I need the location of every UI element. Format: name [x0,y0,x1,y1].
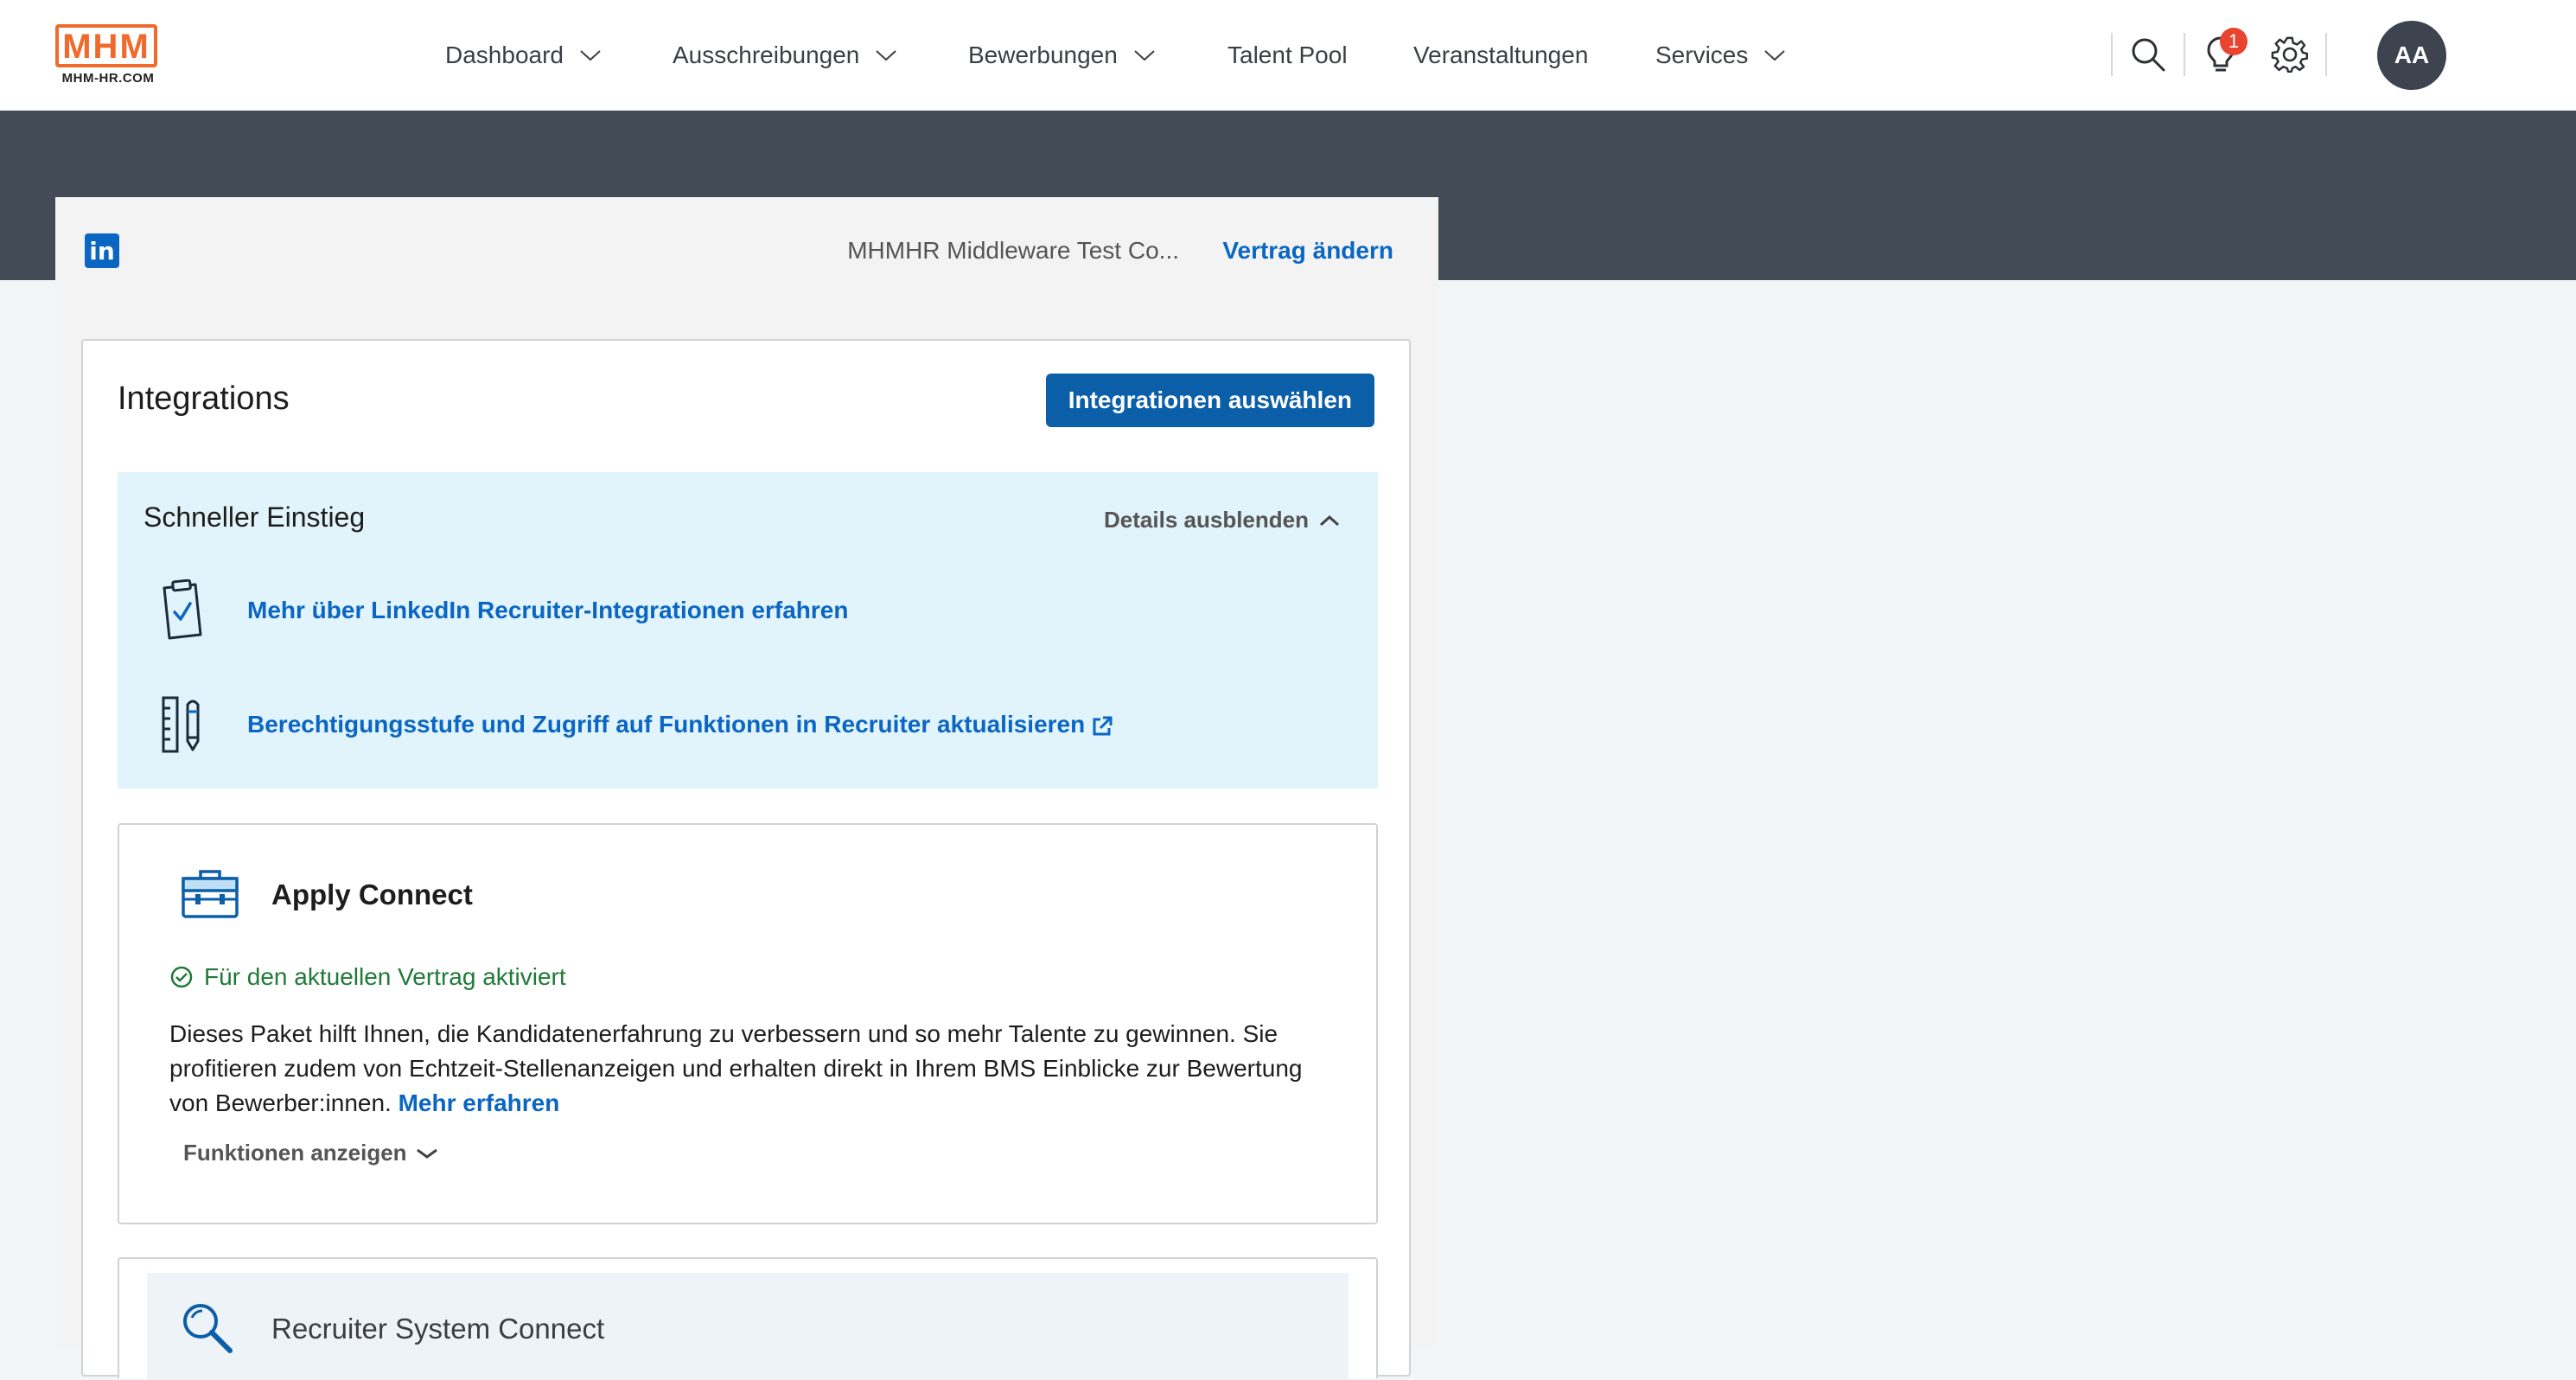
package-title: Apply Connect [271,878,473,910]
status-badge: Für den aktuellen Vertrag aktiviert [169,963,566,991]
chevron-down-icon [876,50,897,61]
nav-item-label: Veranstaltungen [1413,42,1589,68]
package-title: Recruiter System Connect [271,1313,605,1345]
panel-header: in MHMHR Middleware Test Co... Vertrag ä… [55,197,1438,306]
clipboard-check-icon [152,579,213,642]
divider [2184,33,2185,76]
nav-item-dashboard[interactable]: Dashboard [445,0,602,111]
integrations-card: Integrations Integrationen auswählen Sch… [81,339,1411,1380]
show-features-toggle[interactable]: Funktionen anzeigen [183,1140,438,1166]
recruiter-system-connect-package: Recruiter System Connect [118,1257,1378,1380]
briefcase-icon [182,870,239,918]
show-features-label: Funktionen anzeigen [183,1140,407,1166]
description-text: Dieses Paket hilft Ihnen, die Kandidaten… [169,1020,1303,1116]
nav-item-label: Bewerbungen [968,42,1118,68]
package-header: Recruiter System Connect [147,1273,1349,1380]
contract-name: MHMHR Middleware Test Co... [847,237,1179,264]
check-circle-icon [170,966,193,988]
select-integrations-button[interactable]: Integrationen auswählen [1045,374,1374,427]
notification-count-badge: 1 [2220,28,2248,55]
update-permissions-link[interactable]: Berechtigungsstufe und Zugriff auf Funkt… [247,711,1114,738]
company-logo[interactable]: MHM MHM-HR.COM [52,22,163,88]
nav-item-ausschreibungen[interactable]: Ausschreibungen [673,0,897,111]
hide-details-label: Details ausblenden [1104,507,1309,533]
nav-item-label: Services [1655,42,1749,68]
gear-icon [2271,36,2309,73]
top-navigation-bar: MHM MHM-HR.COM Dashboard Ausschreibungen… [0,0,2576,111]
nav-item-talent-pool[interactable]: Talent Pool [1227,0,1348,111]
user-avatar[interactable]: AA [2377,21,2446,90]
change-contract-link[interactable]: Vertrag ändern [1222,237,1393,265]
divider [2325,33,2327,76]
quick-start-section: Schneller Einstieg Details ausblenden Me… [118,472,1378,789]
quick-start-link-row[interactable]: Berechtigungsstufe und Zugriff auf Funkt… [152,693,1114,756]
learn-more-link[interactable]: Mehr erfahren [399,1089,560,1116]
chevron-up-icon [1319,514,1340,526]
status-text: Für den aktuellen Vertrag aktiviert [204,963,566,990]
chevron-down-icon [416,1148,437,1159]
nav-item-label: Talent Pool [1227,42,1348,68]
logo-mark: MHM [55,24,157,67]
divider [2111,33,2113,76]
nav-item-services[interactable]: Services [1655,0,1786,111]
integrations-title: Integrations [118,380,290,417]
chevron-down-icon [1764,50,1786,61]
magnifier-icon [183,1304,233,1353]
nav-item-label: Ausschreibungen [673,42,860,68]
search-button[interactable] [2126,33,2170,76]
linkedin-icon: in [85,233,119,268]
quick-start-title: Schneller Einstieg [143,502,366,533]
apply-connect-package: Apply Connect Für den aktuellen Vertrag … [118,823,1378,1224]
chevron-down-icon [1134,50,1155,61]
external-link-icon [1093,716,1113,736]
notifications-button[interactable]: 1 [2199,28,2248,76]
logo-subtitle: MHM-HR.COM [61,71,155,86]
quick-start-link-row[interactable]: Mehr über LinkedIn Recruiter-Integration… [152,579,848,642]
ruler-pencil-icon [152,693,213,756]
package-description: Dieses Paket hilft Ihnen, die Kandidaten… [169,1017,1345,1121]
hide-details-toggle[interactable]: Details ausblenden [1104,507,1340,533]
learn-integrations-link[interactable]: Mehr über LinkedIn Recruiter-Integration… [247,597,848,624]
settings-button[interactable] [2268,33,2311,76]
nav-item-bewerbungen[interactable]: Bewerbungen [968,0,1156,111]
linkedin-integration-panel: in MHMHR Middleware Test Co... Vertrag ä… [55,197,1438,1380]
update-permissions-label: Berechtigungsstufe und Zugriff auf Funkt… [247,711,1086,738]
search-icon [2132,38,2165,72]
nav-item-veranstaltungen[interactable]: Veranstaltungen [1413,0,1588,111]
chevron-down-icon [580,50,601,61]
nav-item-label: Dashboard [445,42,564,68]
